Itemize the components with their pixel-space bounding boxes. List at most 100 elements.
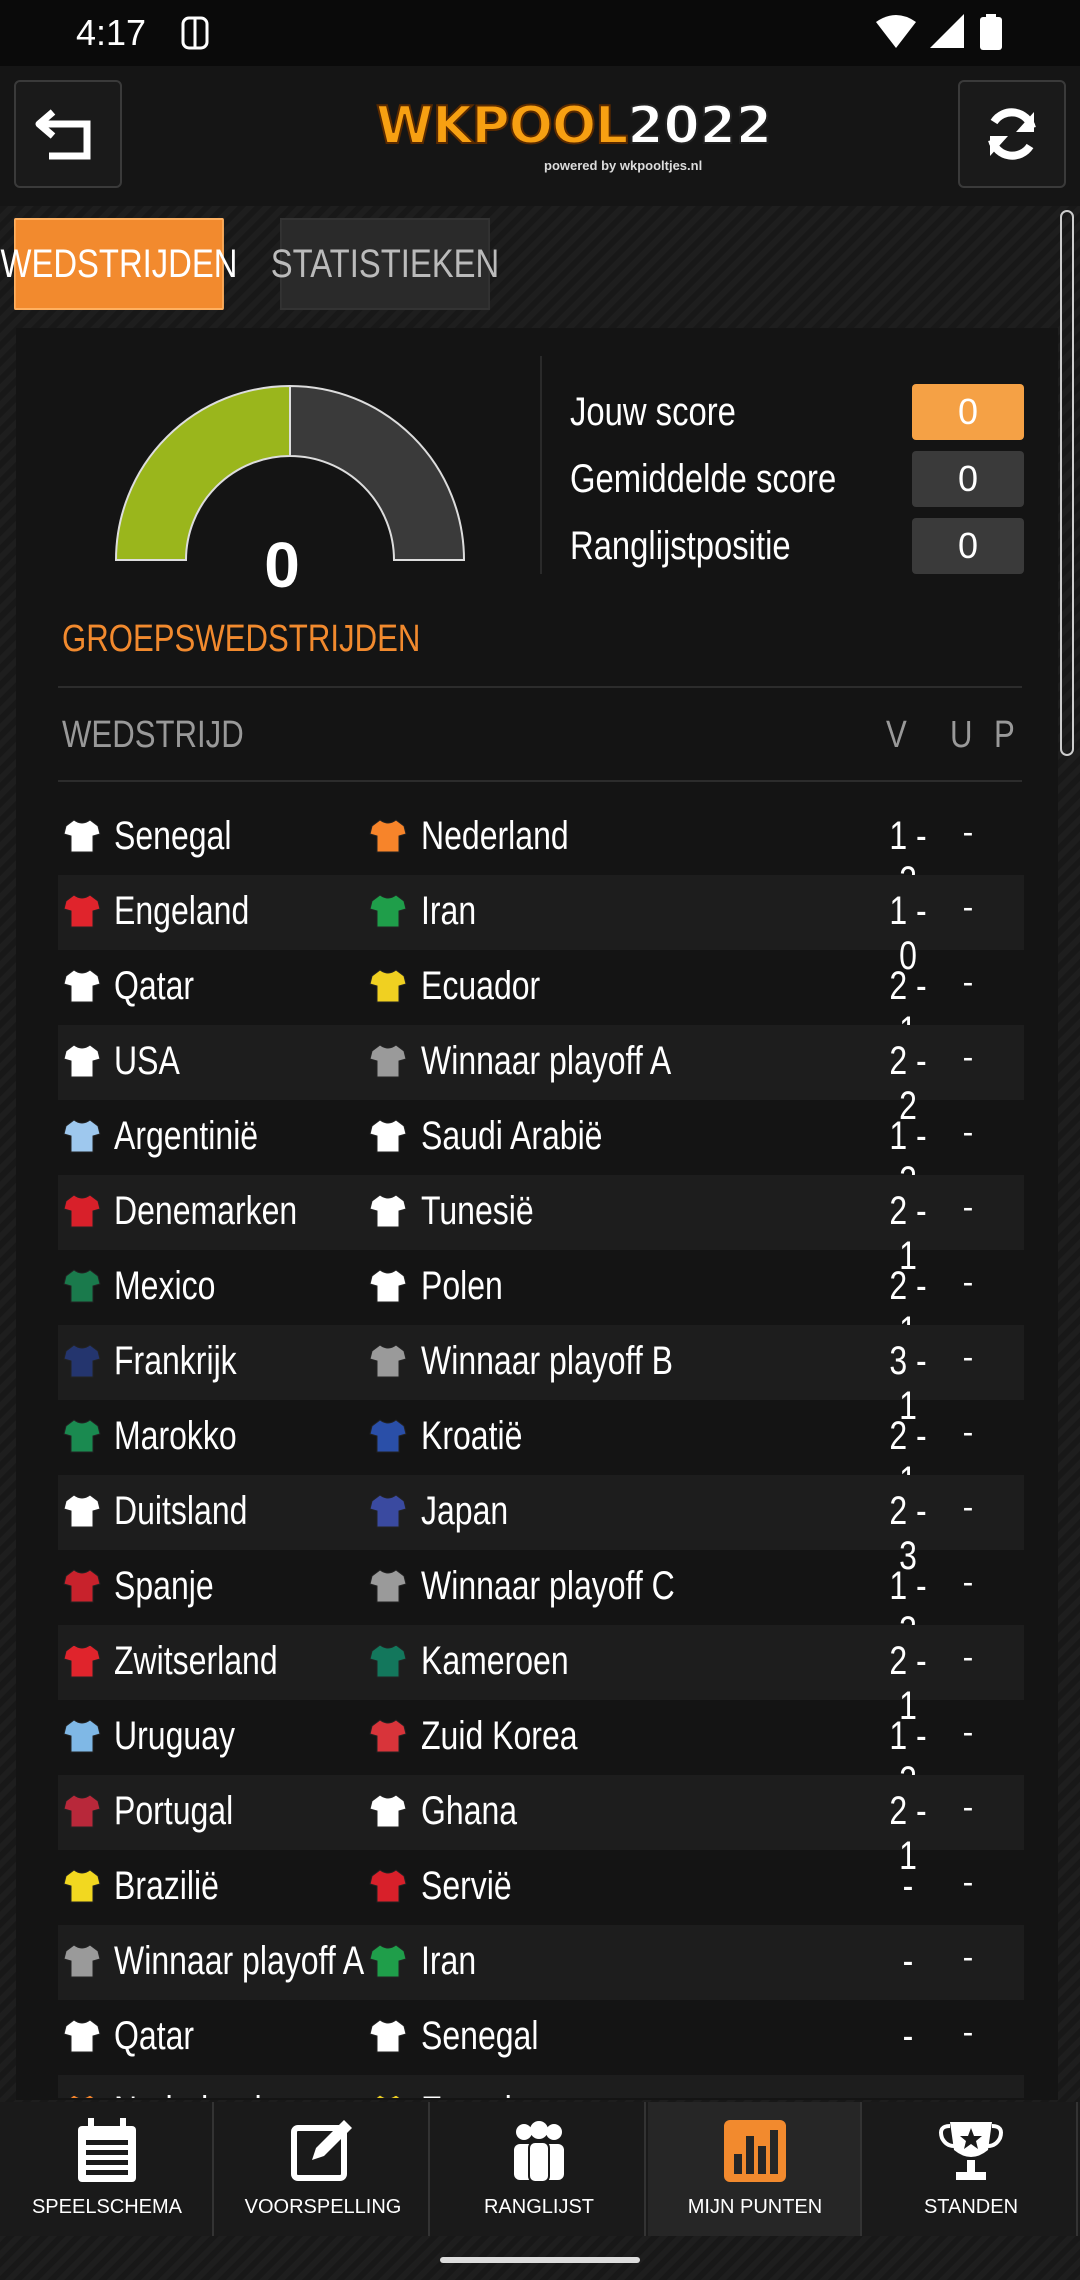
points: - bbox=[962, 889, 974, 925]
nav-label: SPEELSCHEMA bbox=[31, 2196, 183, 2218]
match-row[interactable]: ArgentiniëSaudi Arabië1 - 2- bbox=[58, 1100, 1024, 1203]
app-logo: WKPOOL2022 powered by wkpooltjes.nl bbox=[375, 95, 773, 176]
shirt-icon bbox=[369, 1794, 407, 1828]
match-row[interactable]: USA Winnaar playoff A2 - 2- bbox=[58, 1025, 1024, 1128]
shirt-icon bbox=[369, 1869, 407, 1903]
shirt-icon bbox=[63, 819, 101, 853]
shirt-icon bbox=[369, 1119, 407, 1153]
match-row[interactable]: Duitsland Japan 2 - 3- bbox=[58, 1475, 1024, 1578]
shirt-icon bbox=[369, 1344, 407, 1378]
points: - bbox=[962, 1339, 974, 1375]
away-team: Ecuador bbox=[421, 2089, 540, 2098]
score-row-gemiddelde: Gemiddelde score 0 bbox=[570, 451, 1024, 507]
shirt-icon bbox=[369, 1944, 407, 1978]
nav-item-speelschema[interactable]: SPEELSCHEMA bbox=[0, 2102, 214, 2236]
shirt-icon bbox=[63, 1569, 101, 1603]
match-row[interactable]: SenegalNederland1 - 2- bbox=[58, 800, 1024, 903]
shirt-icon bbox=[369, 1044, 407, 1078]
back-arrow-icon bbox=[35, 109, 91, 160]
match-row[interactable]: Zwitserland Kameroen 2 - 1- bbox=[58, 1625, 1024, 1728]
logo-text: WKPOOL bbox=[375, 95, 629, 157]
home-team: Senegal bbox=[114, 814, 232, 858]
away-team: Iran bbox=[421, 889, 477, 933]
shirt-icon bbox=[369, 1569, 407, 1603]
tab-wedstrijden[interactable]: WEDSTRIJDEN bbox=[1, 218, 237, 310]
points: - bbox=[962, 1714, 974, 1750]
tab-statistieken[interactable]: STATISTIEKEN bbox=[271, 218, 499, 310]
refresh-button[interactable] bbox=[958, 80, 1066, 188]
vertical-divider bbox=[540, 356, 542, 574]
away-team: Zuid Korea bbox=[421, 1714, 578, 1758]
away-team: Ecuador bbox=[421, 964, 541, 1008]
shirt-icon bbox=[369, 894, 407, 928]
away-team: Saudi Arabië bbox=[421, 1114, 603, 1158]
column-header-match: WEDSTRIJD bbox=[62, 714, 244, 756]
calendar-list-icon bbox=[72, 2116, 142, 2186]
nav-label: STANDEN bbox=[923, 2196, 1019, 2218]
column-header-v: V bbox=[886, 714, 907, 756]
edit-icon bbox=[288, 2116, 358, 2186]
match-row[interactable]: Winnaar playoff A Iran - - bbox=[58, 1925, 1024, 2000]
points: - bbox=[962, 1414, 974, 1450]
nav-label: RANGLIJST bbox=[483, 2196, 595, 2218]
shirt-icon bbox=[63, 1119, 101, 1153]
shirt-icon bbox=[369, 1494, 407, 1528]
away-team: Kameroen bbox=[421, 1639, 569, 1683]
away-team: Tunesië bbox=[421, 1189, 534, 1233]
home-team: Winnaar playoff A bbox=[114, 1939, 365, 1983]
away-team: Servië bbox=[421, 1864, 512, 1908]
away-team: Winnaar playoff C bbox=[421, 1564, 675, 1608]
people-icon bbox=[504, 2116, 574, 2186]
match-row[interactable]: MexicoPolen2 - 1- bbox=[58, 1250, 1024, 1353]
nav-item-standen[interactable]: STANDEN bbox=[864, 2102, 1078, 2236]
match-row[interactable]: Brazilië Servië - - bbox=[58, 1850, 1024, 1925]
away-team: Iran bbox=[421, 1939, 477, 1983]
shirt-icon bbox=[369, 2019, 407, 2053]
match-row[interactable]: Nederland Ecuador bbox=[58, 2075, 1024, 2098]
nav-item-mijn-punten[interactable]: MIJN PUNTEN bbox=[648, 2102, 862, 2236]
match-row[interactable]: UruguayZuid Korea1 - 2- bbox=[58, 1700, 1024, 1803]
shirt-icon bbox=[369, 1269, 407, 1303]
home-team: Engeland bbox=[114, 889, 250, 933]
match-row[interactable]: MarokkoKroatië2 - 1- bbox=[58, 1400, 1024, 1503]
shirt-icon bbox=[63, 969, 101, 1003]
divider bbox=[58, 780, 1022, 782]
table-header: WEDSTRIJD V U P bbox=[62, 712, 1022, 768]
home-team: Portugal bbox=[114, 1789, 234, 1833]
match-row[interactable]: Qatar Senegal - - bbox=[58, 2000, 1024, 2075]
home-team: Brazilië bbox=[114, 1864, 219, 1908]
bottom-navigation: SPEELSCHEMA VOORSPELLING RANGLIJST MIJN PUN… bbox=[0, 2102, 1080, 2236]
home-team: USA bbox=[114, 1039, 180, 1083]
points: - bbox=[962, 1639, 974, 1675]
home-team: Spanje bbox=[114, 1564, 214, 1608]
signal-icon bbox=[930, 14, 964, 48]
shirt-icon bbox=[63, 1494, 101, 1528]
wifi-icon bbox=[876, 15, 916, 48]
shirt-icon bbox=[63, 1644, 101, 1678]
points: - bbox=[962, 1039, 974, 1075]
shirt-icon bbox=[63, 1194, 101, 1228]
match-row[interactable]: QatarEcuador2 - 1- bbox=[58, 950, 1024, 1053]
status-bar: 4:17 bbox=[0, 0, 1080, 66]
shirt-icon bbox=[63, 2019, 101, 2053]
away-team: Winnaar playoff B bbox=[421, 1339, 673, 1383]
trophy-icon bbox=[936, 2116, 1006, 2186]
shirt-icon bbox=[63, 1869, 101, 1903]
refresh-icon bbox=[988, 108, 1036, 160]
match-row[interactable]: SpanjeWinnaar playoff C1 - 3- bbox=[58, 1550, 1024, 1653]
match-row[interactable]: Frankrijk Winnaar playoff B3 - 1- bbox=[58, 1325, 1024, 1428]
logo-year: 2022 bbox=[626, 95, 773, 157]
points: - bbox=[962, 1789, 974, 1825]
back-button[interactable] bbox=[14, 80, 122, 188]
scrollbar[interactable] bbox=[1060, 210, 1074, 756]
away-team: Kroatië bbox=[421, 1414, 523, 1458]
home-indicator[interactable] bbox=[440, 2257, 640, 2263]
prediction: - bbox=[902, 2014, 914, 2058]
match-row[interactable]: Portugal Ghana 2 - 1- bbox=[58, 1775, 1024, 1878]
match-row[interactable]: Engeland Iran 1 - 0- bbox=[58, 875, 1024, 978]
home-team: Argentinië bbox=[114, 1114, 259, 1158]
nav-item-voorspelling[interactable]: VOORSPELLING bbox=[216, 2102, 430, 2236]
nav-item-ranglijst[interactable]: RANGLIJST bbox=[432, 2102, 646, 2236]
shirt-icon bbox=[369, 1419, 407, 1453]
match-row[interactable]: Denemarken Tunesië 2 - 1- bbox=[58, 1175, 1024, 1278]
